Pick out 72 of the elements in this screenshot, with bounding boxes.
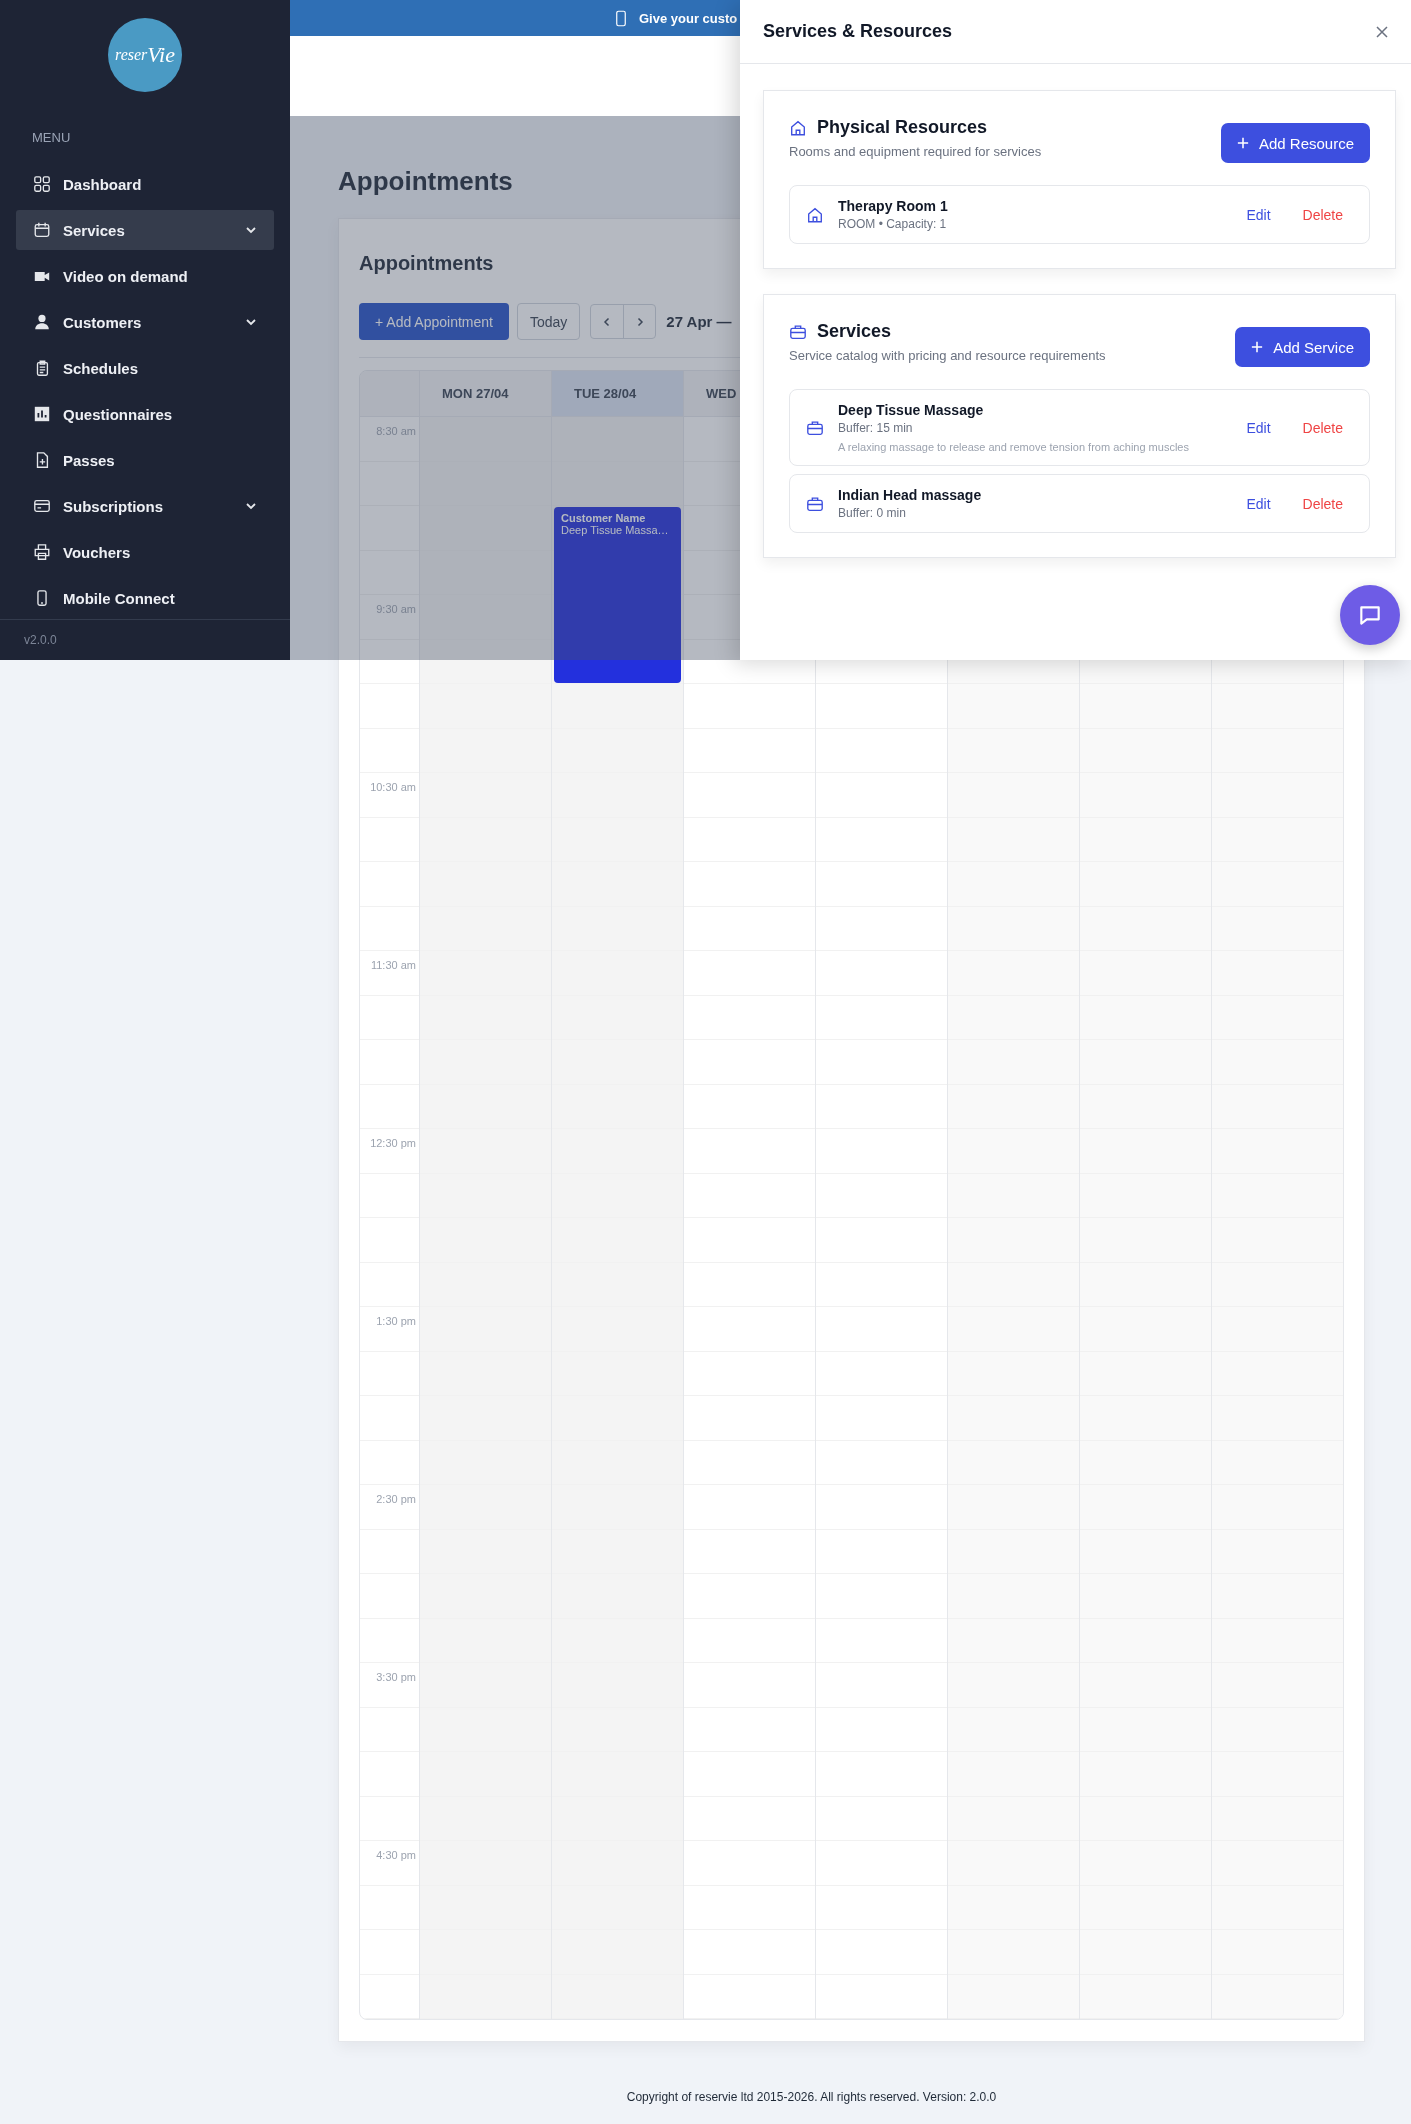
edit-link[interactable]: Edit <box>1246 495 1271 512</box>
card-title: Appointments <box>359 251 495 275</box>
edit-link[interactable]: Edit <box>1246 419 1271 436</box>
delete-link[interactable]: Delete <box>1302 495 1343 512</box>
house-icon <box>789 118 807 137</box>
edit-link[interactable]: Edit <box>1246 206 1271 223</box>
phone-icon <box>615 9 627 27</box>
delete-link[interactable]: Delete <box>1302 419 1343 436</box>
service-name: Deep Tissue Massa… <box>561 524 670 536</box>
briefcase-icon <box>806 418 824 437</box>
time-label: 12:30 pm <box>370 1137 416 1149</box>
item-details: Buffer: 15 min <box>838 421 914 435</box>
item-name: Therapy Room 1 <box>838 198 949 214</box>
close-button[interactable] <box>1375 24 1389 39</box>
banner-text: Give your custo <box>639 10 738 26</box>
customer-name: Customer Name <box>561 512 647 524</box>
item-description: A relaxing massage to release and remove tension from aching muscles <box>838 441 1190 453</box>
today-button[interactable]: Today <box>516 303 581 340</box>
section-title: Physical Resources <box>817 117 988 138</box>
sidebar-item[interactable]: Questionnaires <box>16 394 274 434</box>
house-icon <box>806 205 824 224</box>
add-appointment-button[interactable]: + Add Appointment <box>359 303 509 340</box>
person-icon <box>33 313 51 331</box>
logo: reserVie <box>108 18 182 92</box>
sidebar-item[interactable]: Passes <box>16 440 274 480</box>
credit-card-icon <box>33 497 51 515</box>
delete-link[interactable]: Delete <box>1302 206 1343 223</box>
briefcase-icon <box>789 322 807 341</box>
copyright-text: Copyright of reservie ltd 2015-2026. All rights reserved. Version: 2.0.0 <box>625 2090 998 2104</box>
section-title: Services <box>817 321 892 342</box>
time-label: 10:30 am <box>370 781 416 793</box>
sidebar-item[interactable]: Mobile Connect <box>16 578 274 618</box>
time-label: 9:30 am <box>376 603 416 615</box>
sidebar-item[interactable]: Dashboard <box>16 164 274 204</box>
sidebar-item[interactable]: Schedules <box>16 348 274 388</box>
version-label: v2.0.0 <box>24 633 57 647</box>
bar-chart-icon <box>33 405 51 423</box>
calendar-icon <box>33 221 51 239</box>
item-details: Buffer: 0 min <box>838 506 907 520</box>
plus-icon <box>1251 341 1264 353</box>
close-icon <box>1375 24 1389 39</box>
day-label: TUE 28/04 <box>574 386 637 401</box>
time-label: 11:30 am <box>370 959 416 971</box>
item-details: ROOM • Capacity: 1 <box>838 217 948 231</box>
grid-icon <box>33 175 51 193</box>
item-name: Deep Tissue Massage <box>838 402 985 418</box>
section-subtitle: Service catalog with pricing and resource requirements <box>789 348 1106 363</box>
appointment-block[interactable]: Customer Name Deep Tissue Massa… <box>554 507 681 683</box>
sidebar-item[interactable]: Video on demand <box>16 256 274 296</box>
sidebar-item[interactable]: Subscriptions <box>16 486 274 526</box>
sidebar-item[interactable]: Customers <box>16 302 274 342</box>
add-button[interactable]: Add Service <box>1235 327 1370 367</box>
time-label: 1:30 pm <box>376 1315 416 1327</box>
page-title: Appointments <box>338 165 514 198</box>
add-button[interactable]: Add Resource <box>1220 123 1370 163</box>
item-name: Indian Head massage <box>838 487 983 503</box>
panel-title: Services & Resources <box>763 21 953 42</box>
time-label: 4:30 pm <box>376 1849 416 1861</box>
chat-button[interactable] <box>1340 585 1400 645</box>
plus-icon <box>1236 137 1249 149</box>
time-label: 3:30 pm <box>376 1671 416 1683</box>
sidebar-item[interactable]: Services <box>16 210 274 250</box>
day-label: WED <box>706 386 737 401</box>
briefcase-icon <box>806 494 824 513</box>
time-label: 2:30 pm <box>376 1493 416 1505</box>
printer-icon <box>33 543 51 561</box>
section-subtitle: Rooms and equipment required for services <box>789 144 1042 159</box>
time-label: 8:30 am <box>376 425 416 437</box>
day-label: MON 27/04 <box>442 386 509 401</box>
sidebar-item[interactable]: Vouchers <box>16 532 274 572</box>
date-range: 27 Apr — <box>666 313 732 330</box>
menu-label: MENU <box>32 130 72 146</box>
